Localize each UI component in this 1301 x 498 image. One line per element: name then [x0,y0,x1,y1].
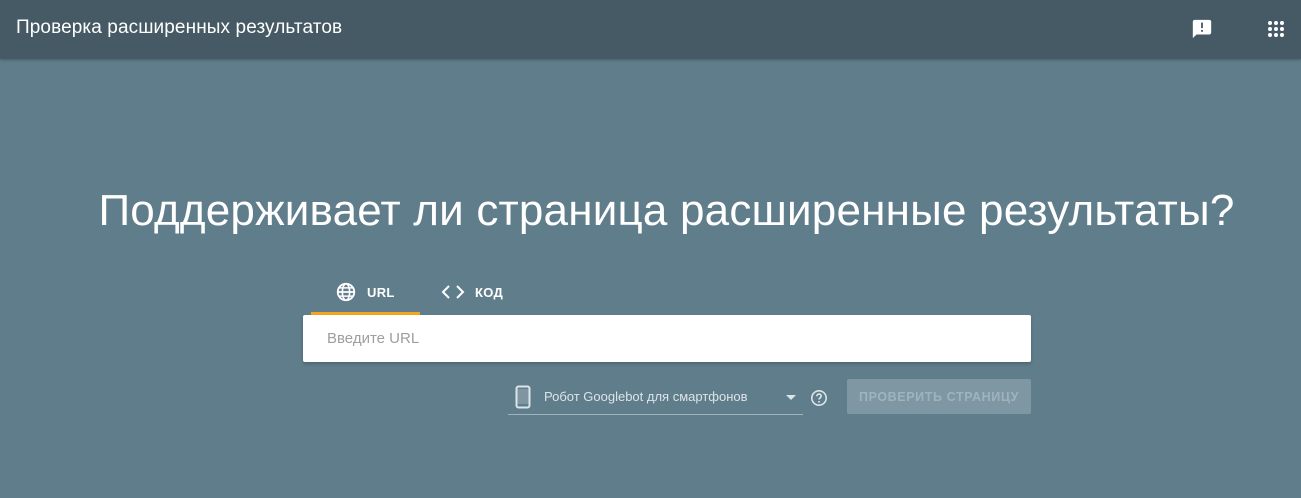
smartphone-icon [515,385,531,409]
page-headline: Поддерживает ли страница расширенные рез… [98,186,1235,235]
globe-icon [335,281,357,303]
tab-url[interactable]: URL [311,271,420,315]
apps-grid-icon [1268,21,1284,37]
feedback-button[interactable] [1187,14,1217,44]
tab-code[interactable]: КОД [420,271,527,313]
feedback-icon [1192,19,1212,39]
user-agent-label: Робот Googlebot для смартфонов [544,389,748,404]
test-page-button[interactable]: ПРОВЕРИТЬ СТРАНИЦУ [847,379,1031,414]
app-title: Проверка расширенных результатов [16,17,343,38]
url-input[interactable] [303,315,1007,362]
user-agent-select[interactable]: Робот Googlebot для смартфонов [508,379,803,415]
help-icon[interactable] [810,389,828,407]
url-input-container [303,315,1031,362]
input-type-tabs: URL КОД [311,271,527,315]
code-icon [441,284,465,300]
apps-button[interactable] [1261,14,1291,44]
app-header: Проверка расширенных результатов [0,0,1301,59]
chevron-down-icon [786,395,796,400]
tab-url-label: URL [367,284,395,300]
tab-code-label: КОД [475,284,504,300]
